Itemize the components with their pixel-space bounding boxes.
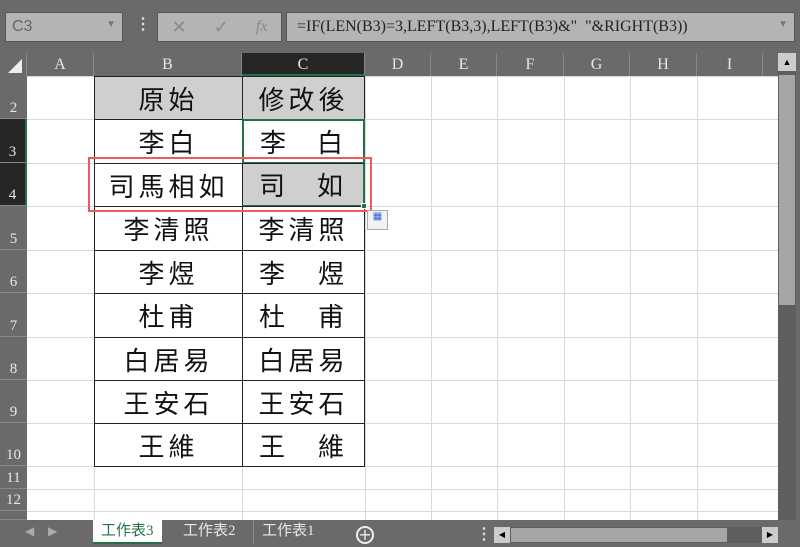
- column-header-D[interactable]: D: [365, 53, 431, 76]
- row-header-3[interactable]: 3: [0, 119, 27, 163]
- column-header-A[interactable]: A: [27, 53, 94, 76]
- cell-modified[interactable]: 王維: [242, 423, 365, 467]
- row-header-6[interactable]: 6: [0, 250, 27, 293]
- cell-original[interactable]: 李清照: [94, 206, 243, 251]
- vertical-scrollbar[interactable]: ▲: [778, 53, 796, 520]
- chevron-down-icon[interactable]: ▼: [106, 19, 116, 30]
- cell-text: 李: [260, 129, 291, 159]
- row-header-8[interactable]: 8: [0, 337, 27, 380]
- name-box[interactable]: C3 ▼: [5, 12, 123, 42]
- scroll-left-icon[interactable]: ◀: [494, 527, 510, 543]
- grid-line: [27, 489, 778, 490]
- more-options-icon[interactable]: ⋮: [135, 14, 151, 34]
- horizontal-scrollbar[interactable]: ◀ ▶: [494, 527, 778, 543]
- cell-text: 維: [317, 432, 348, 463]
- sheet-tab-1[interactable]: 工作表1: [253, 520, 323, 544]
- cell-original[interactable]: 杜甫: [94, 293, 243, 338]
- cell-text: 煜: [317, 259, 348, 290]
- cell-text: 白居易: [258, 346, 349, 377]
- grid-line: [630, 76, 631, 520]
- quick-analysis-icon[interactable]: ▦: [367, 210, 388, 230]
- cell-text: 杜: [259, 303, 290, 333]
- prev-sheet-icon[interactable]: ◀: [25, 524, 34, 539]
- row-header-7[interactable]: 7: [0, 293, 27, 337]
- grid-line: [27, 511, 778, 512]
- selection-highlight-box: [88, 157, 372, 212]
- grid-line: [431, 76, 432, 520]
- cell-text: 李清照: [258, 216, 349, 246]
- next-sheet-icon[interactable]: ▶: [48, 524, 57, 539]
- cell-original[interactable]: 白居易: [94, 337, 243, 381]
- cell-modified[interactable]: 王安石: [242, 380, 365, 424]
- cell-text: 李: [259, 259, 290, 290]
- row-header-5[interactable]: 5: [0, 206, 27, 250]
- column-header-H[interactable]: H: [630, 53, 697, 76]
- row-header-2[interactable]: 2: [0, 76, 27, 119]
- row-header-4[interactable]: 4: [0, 163, 27, 206]
- add-sheet-button[interactable]: +: [356, 526, 374, 544]
- cell-modified[interactable]: 杜甫: [242, 293, 365, 338]
- cell-original[interactable]: 王維: [94, 423, 243, 467]
- scroll-right-icon[interactable]: ▶: [762, 527, 778, 543]
- sheet-tab-2[interactable]: 工作表2: [175, 520, 244, 544]
- column-header-E[interactable]: E: [431, 53, 497, 76]
- header-cell-original[interactable]: 原始: [94, 76, 243, 120]
- scroll-up-icon[interactable]: ▲: [778, 53, 796, 71]
- cell-text: 甫: [317, 303, 348, 333]
- formula-buttons: ✕ ✓ fx: [157, 12, 282, 42]
- row-header-9[interactable]: 9: [0, 380, 27, 423]
- cell-modified[interactable]: 李清照: [242, 206, 365, 251]
- cell-original[interactable]: 王安石: [94, 380, 243, 424]
- column-header-I[interactable]: I: [697, 53, 763, 76]
- insert-function-icon[interactable]: fx: [256, 18, 268, 36]
- select-all-button[interactable]: [0, 53, 27, 76]
- formula-text: =IF(LEN(B3)=3,LEFT(B3,3),LEFT(B3)&" "&RI…: [297, 18, 688, 35]
- column-header-G[interactable]: G: [564, 53, 630, 76]
- cell-original[interactable]: 李煜: [94, 250, 243, 294]
- horizontal-scroll-thumb[interactable]: [511, 528, 727, 542]
- cell-modified[interactable]: 白居易: [242, 337, 365, 381]
- cell-text: 白: [316, 129, 347, 159]
- enter-icon[interactable]: ✓: [214, 17, 229, 38]
- grid-line: [497, 76, 498, 520]
- cancel-icon[interactable]: ✕: [172, 17, 187, 38]
- grid-line: [564, 76, 565, 520]
- expand-icon[interactable]: ▼: [778, 19, 788, 30]
- sheet-tab-3[interactable]: 工作表3: [93, 520, 162, 544]
- tab-split-handle[interactable]: ⋮: [476, 524, 492, 544]
- column-header-B[interactable]: B: [94, 53, 242, 76]
- vertical-scroll-thumb[interactable]: [779, 75, 795, 305]
- row-header-13[interactable]: [0, 511, 27, 520]
- name-box-value: C3: [12, 18, 33, 35]
- grid-line: [365, 76, 366, 520]
- row-header-10[interactable]: 10: [0, 423, 27, 466]
- formula-input[interactable]: =IF(LEN(B3)=3,LEFT(B3,3),LEFT(B3)&" "&RI…: [286, 12, 795, 42]
- column-header-F[interactable]: F: [497, 53, 564, 76]
- cell-text: 王: [259, 432, 290, 463]
- cell-modified[interactable]: 李煜: [242, 250, 365, 294]
- cell-text: 王安石: [258, 389, 349, 420]
- column-header-C[interactable]: C: [242, 53, 365, 76]
- row-header-12[interactable]: 12: [0, 489, 27, 511]
- grid-line: [697, 76, 698, 520]
- header-cell-modified[interactable]: 修改後: [242, 76, 365, 120]
- row-header-11[interactable]: 11: [0, 466, 27, 489]
